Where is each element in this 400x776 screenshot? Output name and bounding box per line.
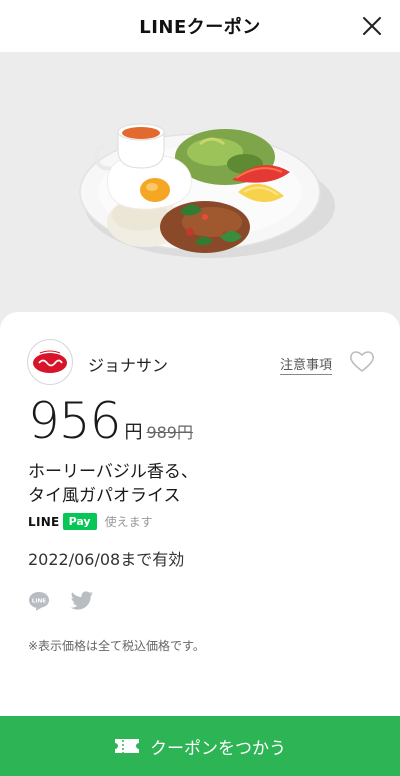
original-price: 989円 xyxy=(146,423,193,442)
ticket-icon xyxy=(115,739,139,753)
jonathan-logo-icon xyxy=(31,343,69,381)
store-logo xyxy=(27,339,73,385)
page-title: LINEクーポン xyxy=(139,17,261,38)
header-bar: LINEクーポン xyxy=(0,0,400,52)
coupon-card: ジョナサン 注意事項 956 円 989円 ホーリーバジル香る、 タイ風ガパオラ… xyxy=(0,312,400,722)
tax-note: ※表示価格は全て税込価格です。 xyxy=(28,639,205,653)
item-title-line1: ホーリーバジル香る、 xyxy=(28,462,198,482)
line-share-icon[interactable]: LINE xyxy=(28,590,50,612)
line-pay-brand: LINE xyxy=(28,514,60,529)
twitter-icon[interactable] xyxy=(70,591,94,611)
line-pay-badge: Pay xyxy=(62,513,97,530)
line-pay-row: LINE Pay 使えます xyxy=(28,513,153,530)
discounted-price: 956 xyxy=(28,392,121,450)
store-name: ジョナサン xyxy=(88,356,169,375)
use-coupon-button[interactable]: クーポンをつかう xyxy=(0,716,400,776)
notes-link[interactable]: 注意事項 xyxy=(280,354,333,375)
close-icon xyxy=(363,17,381,35)
close-button[interactable] xyxy=(358,12,386,40)
currency-label: 円 xyxy=(124,422,143,443)
heart-icon[interactable] xyxy=(349,349,375,373)
item-title-line2: タイ風ガパオライス xyxy=(28,486,181,506)
validity-date: 2022/06/08まで有効 xyxy=(28,550,185,569)
line-pay-usable: 使えます xyxy=(104,515,153,529)
item-title: ホーリーバジル香る、 タイ風ガパオライス xyxy=(28,460,198,508)
food-photo xyxy=(79,123,335,258)
svg-text:LINE: LINE xyxy=(32,599,46,605)
price-row: 956 円 989円 xyxy=(28,396,193,446)
use-coupon-label: クーポンをつかう xyxy=(150,738,286,759)
coupon-hero-image xyxy=(0,52,400,322)
